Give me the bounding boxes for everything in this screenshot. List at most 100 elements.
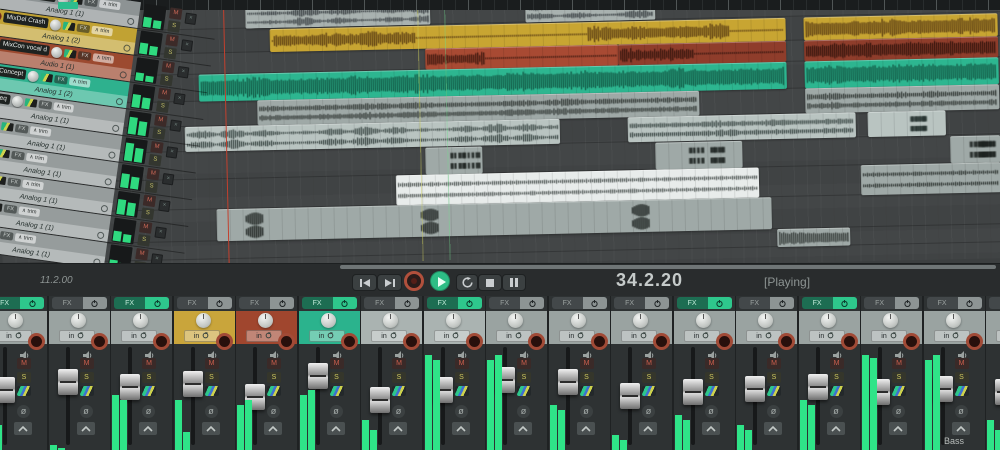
strip-solo-button[interactable]: S	[330, 372, 344, 383]
media-item[interactable]	[804, 57, 999, 88]
mixer-strip[interactable]: FXinMSø	[986, 295, 1000, 450]
mute-button[interactable]: M	[158, 88, 171, 101]
media-item[interactable]	[867, 110, 946, 137]
fx-power-icon[interactable]	[895, 297, 919, 309]
fx-slot[interactable]: FX	[989, 297, 1000, 309]
fx-slot[interactable]: FX	[552, 297, 607, 309]
mixer-strip[interactable]: FXinMSø	[674, 295, 737, 450]
mixer-strip[interactable]: FXinMSø	[236, 295, 299, 450]
strip-mute-button[interactable]: M	[580, 358, 594, 369]
mute-button[interactable]: M	[143, 195, 156, 208]
track-name[interactable]: Seq	[0, 92, 10, 104]
track-name[interactable]: Concept	[0, 66, 27, 80]
input-chip[interactable]: in	[434, 330, 470, 342]
fx-label[interactable]: FX	[677, 297, 708, 309]
strip-solo-button[interactable]: S	[205, 372, 219, 383]
fold-button[interactable]	[202, 422, 220, 435]
strip-record-arm-button[interactable]	[28, 333, 45, 350]
strip-pan-knob[interactable]	[571, 313, 586, 328]
fx-label[interactable]: FX	[489, 297, 520, 309]
pan-knob[interactable]	[49, 18, 61, 30]
lane-button[interactable]: ×	[173, 93, 185, 105]
fx-label[interactable]: FX	[552, 297, 583, 309]
input-chip[interactable]: in	[871, 330, 907, 342]
mixer-strip[interactable]: FXinMSø	[174, 295, 237, 450]
input-chip[interactable]: in	[809, 330, 845, 342]
fx-power-icon[interactable]	[20, 297, 44, 309]
strip-mute-button[interactable]: M	[267, 358, 281, 369]
fx-power-icon[interactable]	[645, 297, 669, 309]
mute-button[interactable]: M	[150, 141, 163, 154]
fx-power-icon[interactable]	[83, 297, 107, 309]
routing-button[interactable]	[142, 386, 156, 396]
strip-solo-button[interactable]: S	[455, 372, 469, 383]
strip-solo-button[interactable]: S	[80, 372, 94, 383]
strip-solo-button[interactable]: S	[517, 372, 531, 383]
input-chip[interactable]: in	[246, 330, 282, 342]
pan-knob[interactable]	[27, 70, 39, 82]
phase-button[interactable]: ø	[580, 405, 593, 418]
routing-button[interactable]	[892, 386, 906, 396]
mixer-strip[interactable]: FXinMSø	[611, 295, 674, 450]
pause-button[interactable]	[502, 274, 526, 291]
strip-mute-button[interactable]: M	[205, 358, 219, 369]
record-arm-icon[interactable]	[0, 11, 2, 22]
play-button[interactable]	[430, 271, 450, 291]
strip-pan-knob[interactable]	[883, 313, 898, 328]
repeat-button[interactable]	[456, 274, 478, 291]
strip-pan-knob[interactable]	[321, 313, 336, 328]
lane-button[interactable]: ×	[166, 146, 178, 158]
trim-chip[interactable]: ∧ trim	[26, 153, 48, 164]
phase-button[interactable]: ø	[642, 405, 655, 418]
fx-chip[interactable]: FX	[84, 0, 98, 7]
mixer-strip[interactable]: FXinMSø	[0, 295, 49, 450]
mute-button[interactable]: M	[135, 248, 148, 261]
mixer-strip[interactable]: FXinMSø	[361, 295, 424, 450]
mixer-strip[interactable]: FXinMSø	[111, 295, 174, 450]
strip-record-arm-button[interactable]	[278, 333, 295, 350]
fader-handle[interactable]	[370, 387, 390, 413]
fold-button[interactable]	[264, 422, 282, 435]
pan-knob[interactable]	[11, 95, 23, 107]
routing-button[interactable]	[580, 386, 594, 396]
fx-slot[interactable]: FX	[0, 297, 44, 309]
record-button[interactable]	[404, 271, 424, 291]
fx-slot[interactable]: FX	[739, 297, 794, 309]
phase-button[interactable]: ø	[267, 405, 280, 418]
trim-chip[interactable]: ∧ trim	[91, 26, 113, 37]
solo-button[interactable]: S	[145, 181, 158, 194]
fx-power-icon[interactable]	[833, 297, 857, 309]
fx-label[interactable]: FX	[864, 297, 895, 309]
fx-slot[interactable]: FX	[677, 297, 732, 309]
routing-button[interactable]	[705, 386, 719, 396]
solo-button[interactable]: S	[152, 127, 165, 140]
input-chip[interactable]: in	[934, 330, 970, 342]
fold-button[interactable]	[764, 422, 782, 435]
strip-pan-knob[interactable]	[71, 313, 86, 328]
fx-label[interactable]: FX	[239, 297, 270, 309]
strip-mute-button[interactable]: M	[80, 358, 94, 369]
fx-power-icon[interactable]	[145, 297, 169, 309]
lane-button[interactable]: ×	[169, 120, 181, 132]
input-chip[interactable]: in	[184, 330, 220, 342]
media-item[interactable]	[777, 227, 850, 247]
strip-pan-knob[interactable]	[258, 313, 273, 328]
media-item[interactable]	[216, 197, 772, 241]
fx-slot[interactable]: FX	[427, 297, 482, 309]
routing-button[interactable]	[80, 386, 94, 396]
strip-record-arm-button[interactable]	[403, 333, 420, 350]
routing-button[interactable]	[267, 386, 281, 396]
fx-chip[interactable]: FX	[7, 177, 21, 187]
fx-power-icon[interactable]	[520, 297, 544, 309]
fx-slot[interactable]: FX	[364, 297, 419, 309]
lane-button[interactable]: ×	[184, 13, 196, 25]
trim-chip[interactable]: ∧ trim	[30, 126, 52, 137]
solo-button[interactable]: S	[163, 47, 176, 60]
routing-button[interactable]	[330, 386, 344, 396]
strip-record-arm-button[interactable]	[653, 333, 670, 350]
media-item[interactable]	[805, 84, 999, 113]
fx-power-icon[interactable]	[270, 297, 294, 309]
fx-power-icon[interactable]	[708, 297, 732, 309]
media-item[interactable]	[628, 112, 856, 142]
fx-label[interactable]: FX	[427, 297, 458, 309]
